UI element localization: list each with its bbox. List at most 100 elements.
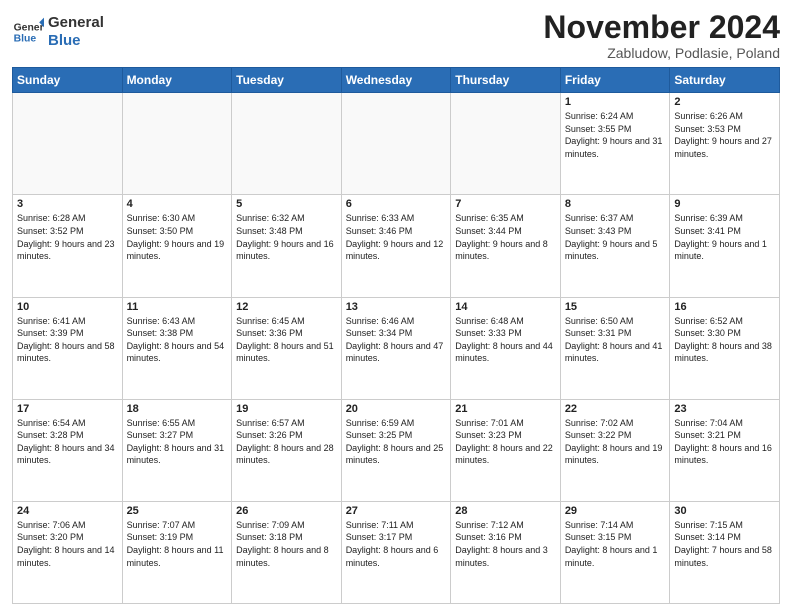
logo-text: General Blue <box>48 14 104 50</box>
header-wednesday: Wednesday <box>341 68 451 93</box>
cell-w3-d2: 11 Sunrise: 6:43 AM Sunset: 3:38 PM Dayli… <box>122 297 232 399</box>
cell-w1-d5 <box>451 93 561 195</box>
cell-w3-d5: 14 Sunrise: 6:48 AM Sunset: 3:33 PM Dayli… <box>451 297 561 399</box>
header-thursday: Thursday <box>451 68 561 93</box>
day-number: 27 <box>346 505 447 517</box>
cell-w4-d1: 17Sunrise: 6:54 AM Sunset: 3:28 PM Dayli… <box>13 399 123 501</box>
day-info: Sunrise: 6:33 AM Sunset: 3:46 PM Dayligh… <box>346 212 447 262</box>
cell-w2-d7: 9 Sunrise: 6:39 AM Sunset: 3:41 PM Daylig… <box>670 195 780 297</box>
day-info: Sunrise: 6:35 AM Sunset: 3:44 PM Dayligh… <box>455 212 556 262</box>
week-row-3: 10 Sunrise: 6:41 AM Sunset: 3:39 PM Dayli… <box>13 297 780 399</box>
day-info: Sunrise: 6:50 AM Sunset: 3:31 PM Dayligh… <box>565 315 666 365</box>
location: Zabludow, Podlasie, Poland <box>543 45 780 61</box>
cell-w1-d4 <box>341 93 451 195</box>
calendar-body: 1Sunrise: 6:24 AM Sunset: 3:55 PM Daylig… <box>13 93 780 604</box>
cell-w1-d7: 2 Sunrise: 6:26 AM Sunset: 3:53 PM Daylig… <box>670 93 780 195</box>
day-info: Sunrise: 7:14 AM Sunset: 3:15 PM Dayligh… <box>565 519 666 569</box>
cell-w4-d7: 23 Sunrise: 7:04 AM Sunset: 3:21 PM Dayli… <box>670 399 780 501</box>
cell-w5-d6: 29 Sunrise: 7:14 AM Sunset: 3:15 PM Dayli… <box>560 501 670 603</box>
cell-w5-d7: 30 Sunrise: 7:15 AM Sunset: 3:14 PM Dayli… <box>670 501 780 603</box>
svg-text:General: General <box>14 22 44 33</box>
day-number: 22 <box>565 403 666 415</box>
day-info: Sunrise: 6:55 AM Sunset: 3:27 PM Dayligh… <box>127 417 228 467</box>
cell-w4-d2: 18 Sunrise: 6:55 AM Sunset: 3:27 PM Dayli… <box>122 399 232 501</box>
cell-w2-d1: 3 Sunrise: 6:28 AM Sunset: 3:52 PM Daylig… <box>13 195 123 297</box>
header-monday: Monday <box>122 68 232 93</box>
header-friday: Friday <box>560 68 670 93</box>
day-number: 16 <box>674 301 775 313</box>
day-number: 30 <box>674 505 775 517</box>
day-info: Sunrise: 6:28 AM Sunset: 3:52 PM Dayligh… <box>17 212 118 262</box>
cell-w5-d2: 25 Sunrise: 7:07 AM Sunset: 3:19 PM Dayli… <box>122 501 232 603</box>
calendar-header: Sunday Monday Tuesday Wednesday Thursday… <box>13 68 780 93</box>
month-title: November 2024 <box>543 10 780 45</box>
day-number: 2 <box>674 96 775 108</box>
header-sunday: Sunday <box>13 68 123 93</box>
cell-w4-d6: 22 Sunrise: 7:02 AM Sunset: 3:22 PM Dayli… <box>560 399 670 501</box>
calendar-table: Sunday Monday Tuesday Wednesday Thursday… <box>12 67 780 604</box>
day-number: 11 <box>127 301 228 313</box>
day-number: 5 <box>236 198 337 210</box>
day-info: Sunrise: 7:11 AM Sunset: 3:17 PM Dayligh… <box>346 519 447 569</box>
day-info: Sunrise: 6:46 AM Sunset: 3:34 PM Dayligh… <box>346 315 447 365</box>
day-number: 14 <box>455 301 556 313</box>
cell-w2-d4: 6 Sunrise: 6:33 AM Sunset: 3:46 PM Daylig… <box>341 195 451 297</box>
day-info: Sunrise: 6:48 AM Sunset: 3:33 PM Dayligh… <box>455 315 556 365</box>
day-number: 10 <box>17 301 118 313</box>
day-info: Sunrise: 7:09 AM Sunset: 3:18 PM Dayligh… <box>236 519 337 569</box>
day-info: Sunrise: 6:52 AM Sunset: 3:30 PM Dayligh… <box>674 315 775 365</box>
day-number: 18 <box>127 403 228 415</box>
logo-icon: General Blue <box>12 16 44 48</box>
day-number: 4 <box>127 198 228 210</box>
day-number: 20 <box>346 403 447 415</box>
day-info: Sunrise: 7:12 AM Sunset: 3:16 PM Dayligh… <box>455 519 556 569</box>
day-number: 6 <box>346 198 447 210</box>
day-number: 26 <box>236 505 337 517</box>
day-number: 29 <box>565 505 666 517</box>
day-info: Sunrise: 6:57 AM Sunset: 3:26 PM Dayligh… <box>236 417 337 467</box>
day-info: Sunrise: 7:02 AM Sunset: 3:22 PM Dayligh… <box>565 417 666 467</box>
day-number: 23 <box>674 403 775 415</box>
svg-text:Blue: Blue <box>14 34 37 45</box>
day-info: Sunrise: 7:04 AM Sunset: 3:21 PM Dayligh… <box>674 417 775 467</box>
day-number: 7 <box>455 198 556 210</box>
day-number: 8 <box>565 198 666 210</box>
cell-w3-d6: 15 Sunrise: 6:50 AM Sunset: 3:31 PM Dayli… <box>560 297 670 399</box>
cell-w5-d5: 28Sunrise: 7:12 AM Sunset: 3:16 PM Dayli… <box>451 501 561 603</box>
cell-w2-d2: 4Sunrise: 6:30 AM Sunset: 3:50 PM Daylig… <box>122 195 232 297</box>
day-info: Sunrise: 7:07 AM Sunset: 3:19 PM Dayligh… <box>127 519 228 569</box>
cell-w2-d5: 7 Sunrise: 6:35 AM Sunset: 3:44 PM Daylig… <box>451 195 561 297</box>
day-info: Sunrise: 6:39 AM Sunset: 3:41 PM Dayligh… <box>674 212 775 262</box>
cell-w1-d6: 1Sunrise: 6:24 AM Sunset: 3:55 PM Daylig… <box>560 93 670 195</box>
cell-w4-d3: 19Sunrise: 6:57 AM Sunset: 3:26 PM Dayli… <box>232 399 342 501</box>
day-info: Sunrise: 6:26 AM Sunset: 3:53 PM Dayligh… <box>674 110 775 160</box>
logo-line2: Blue <box>48 32 104 50</box>
day-info: Sunrise: 7:06 AM Sunset: 3:20 PM Dayligh… <box>17 519 118 569</box>
cell-w4-d5: 21Sunrise: 7:01 AM Sunset: 3:23 PM Dayli… <box>451 399 561 501</box>
day-info: Sunrise: 6:43 AM Sunset: 3:38 PM Dayligh… <box>127 315 228 365</box>
title-section: November 2024 Zabludow, Podlasie, Poland <box>543 10 780 61</box>
day-number: 9 <box>674 198 775 210</box>
day-info: Sunrise: 6:41 AM Sunset: 3:39 PM Dayligh… <box>17 315 118 365</box>
cell-w3-d7: 16 Sunrise: 6:52 AM Sunset: 3:30 PM Dayli… <box>670 297 780 399</box>
day-info: Sunrise: 6:37 AM Sunset: 3:43 PM Dayligh… <box>565 212 666 262</box>
day-info: Sunrise: 6:54 AM Sunset: 3:28 PM Dayligh… <box>17 417 118 467</box>
day-info: Sunrise: 6:24 AM Sunset: 3:55 PM Dayligh… <box>565 110 666 160</box>
day-number: 25 <box>127 505 228 517</box>
cell-w2-d3: 5 Sunrise: 6:32 AM Sunset: 3:48 PM Daylig… <box>232 195 342 297</box>
cell-w2-d6: 8 Sunrise: 6:37 AM Sunset: 3:43 PM Daylig… <box>560 195 670 297</box>
page: General Blue General Blue November 2024 … <box>0 0 792 612</box>
day-number: 12 <box>236 301 337 313</box>
header-row: Sunday Monday Tuesday Wednesday Thursday… <box>13 68 780 93</box>
day-number: 15 <box>565 301 666 313</box>
week-row-4: 17Sunrise: 6:54 AM Sunset: 3:28 PM Dayli… <box>13 399 780 501</box>
day-info: Sunrise: 6:32 AM Sunset: 3:48 PM Dayligh… <box>236 212 337 262</box>
cell-w1-d1 <box>13 93 123 195</box>
day-info: Sunrise: 6:59 AM Sunset: 3:25 PM Dayligh… <box>346 417 447 467</box>
cell-w3-d3: 12Sunrise: 6:45 AM Sunset: 3:36 PM Dayli… <box>232 297 342 399</box>
day-number: 3 <box>17 198 118 210</box>
cell-w3-d4: 13Sunrise: 6:46 AM Sunset: 3:34 PM Dayli… <box>341 297 451 399</box>
cell-w1-d3 <box>232 93 342 195</box>
day-info: Sunrise: 7:15 AM Sunset: 3:14 PM Dayligh… <box>674 519 775 569</box>
day-number: 21 <box>455 403 556 415</box>
